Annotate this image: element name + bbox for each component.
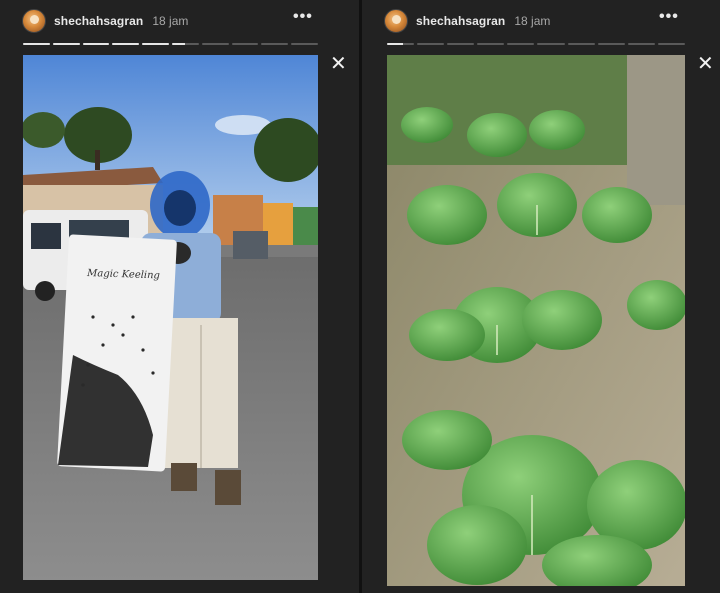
progress-segment [82,43,110,45]
progress-segment [23,43,50,45]
story-panel-left[interactable]: shechahsagran 18 jam ••• ✕ Magic Keeling [0,0,360,593]
progress-fill [52,43,80,45]
progress-segment [597,43,625,45]
progress-segment [657,43,685,45]
progress-segment [507,43,535,45]
more-horizontal-icon[interactable]: ••• [659,9,679,25]
instagram-story-viewer: shechahsagran 18 jam ••• ✕ Magic Keeling… [0,0,720,593]
progress-fill [387,43,404,45]
progress-segment [171,43,199,45]
progress-segment [112,43,140,45]
story-panel-right[interactable]: shechahsagran 18 jam ••• ✕ [362,0,720,593]
story-header: shechahsagran 18 jam [384,8,550,34]
bok-choy-photo [387,55,685,586]
progress-fill [82,43,110,45]
progress-fill [142,43,169,45]
close-icon[interactable]: ✕ [697,54,714,74]
beekeeper-photo: Magic Keeling [23,55,318,580]
progress-segment [291,43,318,45]
progress-segment [477,43,505,45]
story-timestamp: 18 jam [514,14,551,28]
progress-segment [417,43,445,45]
story-timestamp: 18 jam [152,14,189,28]
close-icon[interactable]: ✕ [330,54,347,74]
user-avatar[interactable] [22,9,46,33]
story-header: shechahsagran 18 jam [22,8,188,34]
story-photo[interactable] [387,55,685,586]
progress-segment [537,43,565,45]
story-progress-bar [23,43,318,46]
progress-segment [447,43,475,45]
progress-segment [387,43,415,45]
progress-segment [231,43,259,45]
progress-fill [112,43,140,45]
progress-segment [52,43,80,45]
story-progress-bar [387,43,685,46]
progress-fill [23,43,50,45]
progress-segment [142,43,169,45]
progress-segment [261,43,289,45]
progress-segment [627,43,655,45]
username[interactable]: shechahsagran [416,14,505,28]
story-photo[interactable]: Magic Keeling [23,55,318,580]
progress-fill [171,43,186,45]
user-avatar[interactable] [384,9,408,33]
progress-segment [567,43,595,45]
progress-segment [201,43,229,45]
username[interactable]: shechahsagran [54,14,143,28]
more-horizontal-icon[interactable]: ••• [293,9,313,25]
